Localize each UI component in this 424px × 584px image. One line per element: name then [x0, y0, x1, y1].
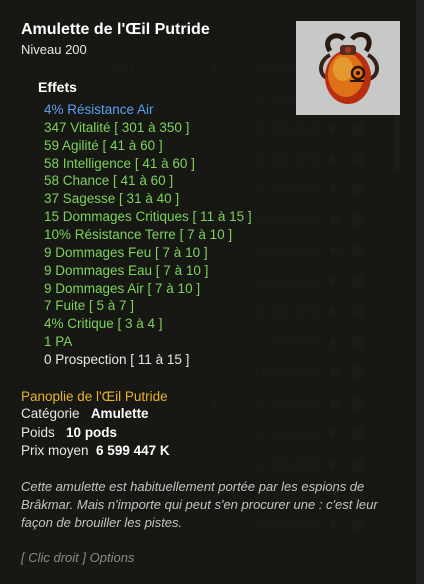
category-label: Catégorie — [21, 406, 80, 421]
effect-line: 58 Chance [ 41 à 60 ] — [44, 173, 174, 189]
effect-line: 0 Prospection [ 11 à 15 ] — [44, 351, 190, 367]
effect-line: 1 PA — [44, 334, 73, 350]
weight-value: 10 pods — [66, 425, 118, 440]
effect-line: 9 Dommages Eau [ 7 à 10 ] — [44, 262, 209, 278]
effect-line: 347 Vitalité [ 301 à 350 ] — [44, 119, 190, 135]
effects-header: Effets — [38, 79, 77, 95]
price-label: Prix moyen — [21, 443, 89, 458]
effect-line: 7 Fuite [ 5 à 7 ] — [44, 298, 135, 314]
effect-line: 58 Intelligence [ 41 à 60 ] — [44, 155, 195, 171]
effect-line: 4% Critique [ 3 à 4 ] — [44, 316, 163, 332]
effect-line: 9 Dommages Feu [ 7 à 10 ] — [44, 244, 208, 260]
price-value: 6 599 447 K — [96, 443, 170, 458]
effect-line: 9 Dommages Air [ 7 à 10 ] — [44, 280, 201, 296]
item-tooltip: Amulette de l'Œil Putride Niveau 200 Eff… — [0, 0, 416, 584]
weight-label: Poids — [21, 425, 55, 440]
category-value: Amulette — [90, 406, 149, 421]
effect-line: 4% Résistance Air — [44, 102, 154, 117]
price-line: Prix moyen 6 599 447 K — [21, 443, 170, 458]
item-description: Cette amulette est habituellement portée… — [21, 479, 378, 530]
effect-line: 15 Dommages Critiques [ 11 à 15 ] — [44, 209, 252, 225]
set-name[interactable]: Panoplie de l'Œil Putride — [21, 389, 168, 404]
amulet-icon — [296, 21, 400, 115]
effect-line: 10% Résistance Terre [ 7 à 10 ] — [44, 226, 233, 242]
item-name: Amulette de l'Œil Putride — [21, 21, 210, 38]
right-click-hint: [ Clic droit ] Options — [21, 550, 135, 565]
item-level: Niveau 200 — [21, 42, 87, 57]
effect-line: 37 Sagesse [ 31 à 40 ] — [44, 191, 180, 207]
weight-line: Poids 10 pods — [21, 425, 117, 440]
category-line: Catégorie Amulette — [21, 406, 149, 421]
effect-line: 59 Agilité [ 41 à 60 ] — [44, 137, 163, 153]
